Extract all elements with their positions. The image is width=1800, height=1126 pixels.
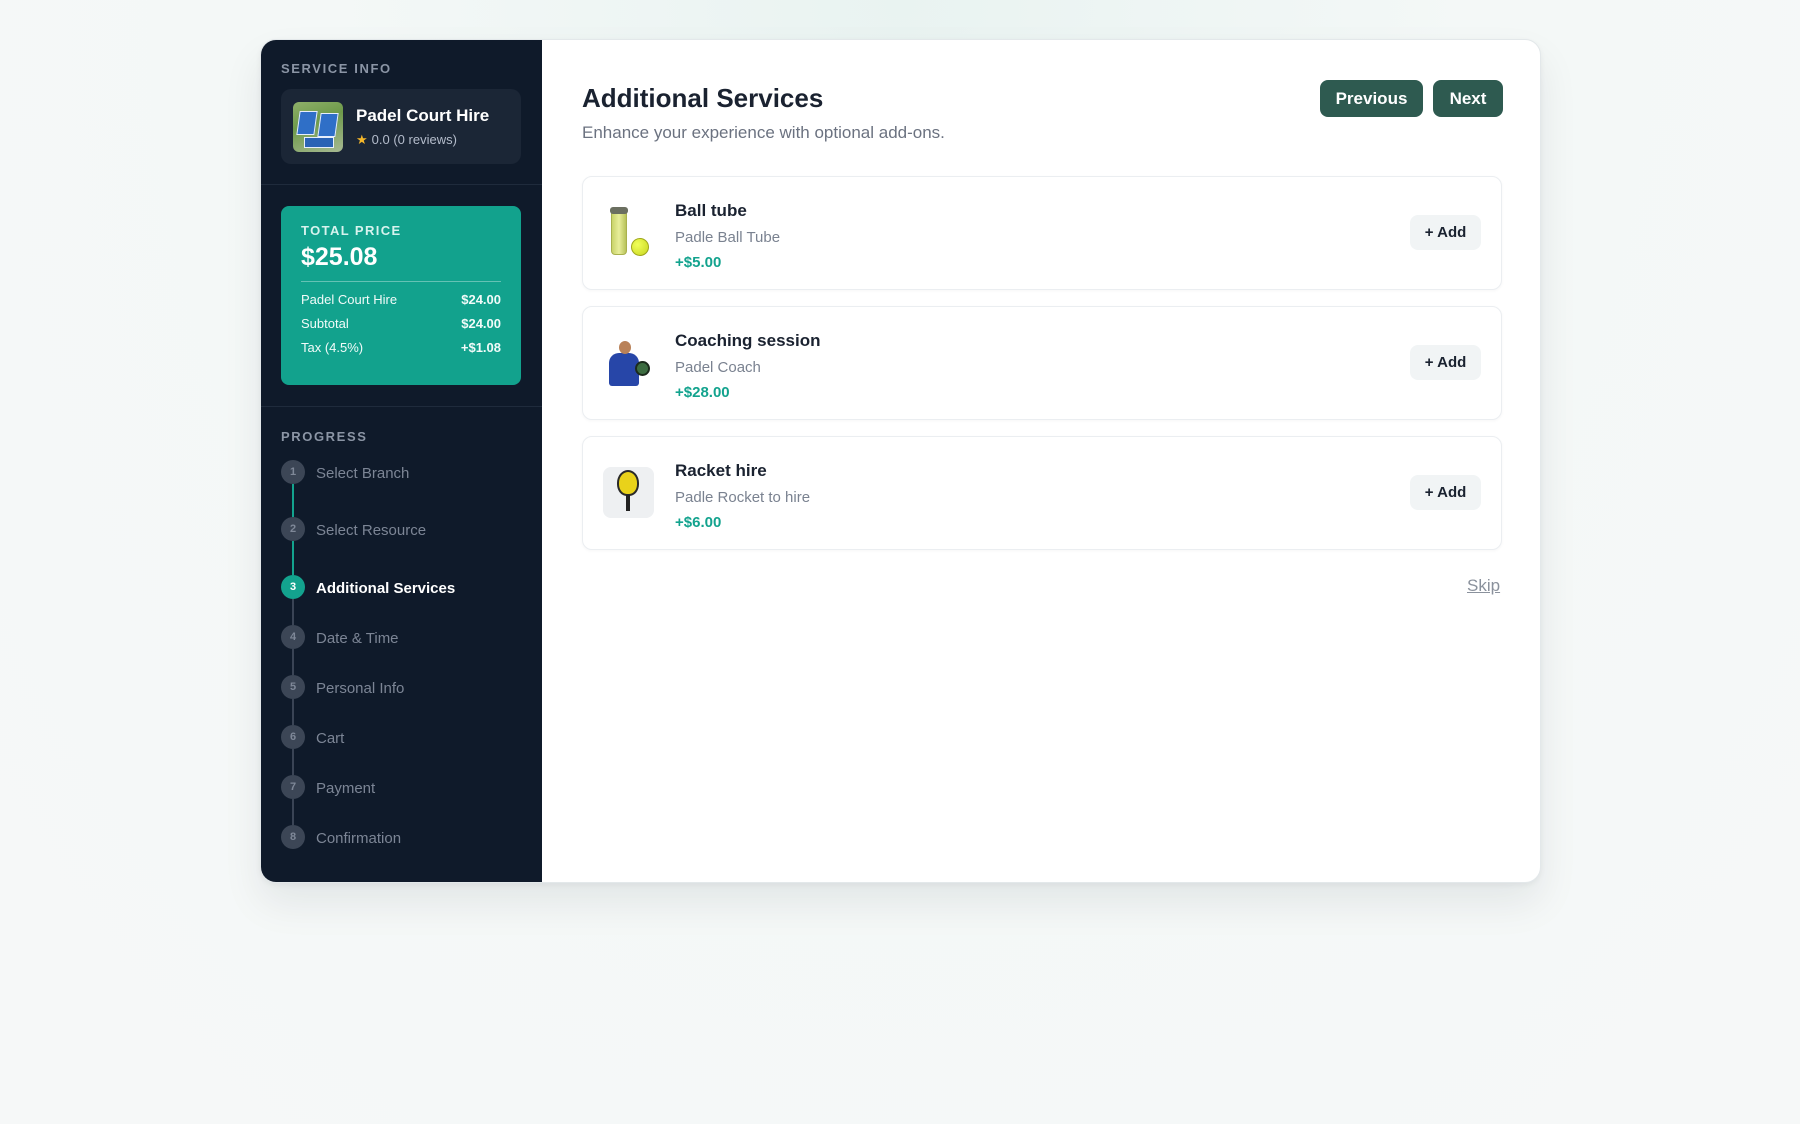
addon-name: Coaching session [675,331,821,350]
step-number: 2 [281,517,305,541]
addon-price: +$28.00 [675,384,730,401]
step-connector [292,484,294,517]
add-ball-tube-button[interactable]: + Add [1410,215,1481,250]
service-name: Padel Court Hire [356,105,490,125]
step-label: Cart [316,730,345,747]
main-content: Additional Services Enhance your experie… [542,40,1540,882]
rating-text: 0.0 (0 reviews) [371,132,457,147]
next-button[interactable]: Next [1433,80,1503,117]
step-number: 5 [281,675,305,699]
racket-image [603,467,654,518]
addon-item-racket-hire: Racket hire Padle Rocket to hire +$6.00 … [582,436,1502,550]
step-label: Additional Services [316,580,456,597]
step-select-branch[interactable]: 1 Select Branch [281,460,409,484]
step-number: 7 [281,775,305,799]
step-connector [292,541,294,575]
step-number: 4 [281,625,305,649]
price-row-value: $24.00 [461,292,501,307]
service-info-heading: SERVICE INFO [281,61,392,76]
service-thumbnail [293,101,343,152]
addon-description: Padel Coach [675,359,761,376]
addon-price: +$5.00 [675,254,722,271]
step-connector [292,799,294,825]
price-row-label: Padel Court Hire [301,292,398,307]
step-select-resource[interactable]: 2 Select Resource [281,517,426,541]
step-label: Select Branch [316,465,410,482]
price-divider [301,281,501,282]
step-number: 1 [281,460,305,484]
add-coaching-session-button[interactable]: + Add [1410,345,1481,380]
step-connector [292,749,294,775]
step-additional-services[interactable]: 3 Additional Services [281,575,455,599]
step-cart[interactable]: 6 Cart [281,725,344,749]
step-label: Payment [316,780,376,797]
total-price-label: TOTAL PRICE [301,223,402,238]
step-label: Personal Info [316,680,405,697]
addon-price: +$6.00 [675,514,722,531]
price-row-value: $24.00 [461,316,501,331]
addon-name: Ball tube [675,201,747,220]
step-connector [292,599,294,625]
sidebar-divider [261,406,542,407]
addon-item-coaching-session: Coaching session Padel Coach +$28.00 + A… [582,306,1502,420]
star-icon: ★ [356,131,368,147]
previous-button[interactable]: Previous [1320,80,1423,117]
step-personal-info[interactable]: 5 Personal Info [281,675,404,699]
total-price-value: $25.08 [301,243,378,271]
price-row-label: Tax (4.5%) [301,340,364,355]
step-confirmation[interactable]: 8 Confirmation [281,825,401,849]
skip-link[interactable]: Skip [1467,576,1500,596]
addon-description: Padle Rocket to hire [675,489,811,506]
step-connector [292,649,294,675]
step-date-time[interactable]: 4 Date & Time [281,625,399,649]
sidebar: SERVICE INFO Padel Court Hire ★ 0.0 (0 r… [261,40,542,882]
step-label: Confirmation [316,830,402,847]
addon-item-ball-tube: Ball tube Padle Ball Tube +$5.00 + Add [582,176,1502,290]
service-summary: Padel Court Hire ★ 0.0 (0 reviews) [281,89,521,164]
page-title: Additional Services [582,83,824,113]
addon-description: Padle Ball Tube [675,229,781,246]
addon-name: Racket hire [675,461,767,480]
step-number: 8 [281,825,305,849]
page-subtitle: Enhance your experience with optional ad… [582,123,945,142]
service-rating: ★ 0.0 (0 reviews) [356,132,489,148]
total-price-card: TOTAL PRICE $25.08 Padel Court Hire $24.… [281,206,521,385]
price-row: Subtotal $24.00 [301,316,501,331]
step-label: Date & Time [316,630,399,647]
price-row-value: +$1.08 [460,340,501,355]
step-number: 6 [281,725,305,749]
price-row-label: Subtotal [301,316,349,331]
add-racket-hire-button[interactable]: + Add [1410,475,1481,510]
ball-tube-image [603,207,654,258]
step-number: 3 [281,575,305,599]
step-connector [292,699,294,725]
sidebar-divider [261,184,542,185]
price-row: Padel Court Hire $24.00 [301,292,501,307]
step-label: Select Resource [316,522,427,539]
coach-image [603,337,654,388]
price-row: Tax (4.5%) +$1.08 [301,340,501,355]
progress-heading: PROGRESS [281,429,368,444]
step-payment[interactable]: 7 Payment [281,775,375,799]
booking-wizard-card: SERVICE INFO Padel Court Hire ★ 0.0 (0 r… [260,39,1541,883]
